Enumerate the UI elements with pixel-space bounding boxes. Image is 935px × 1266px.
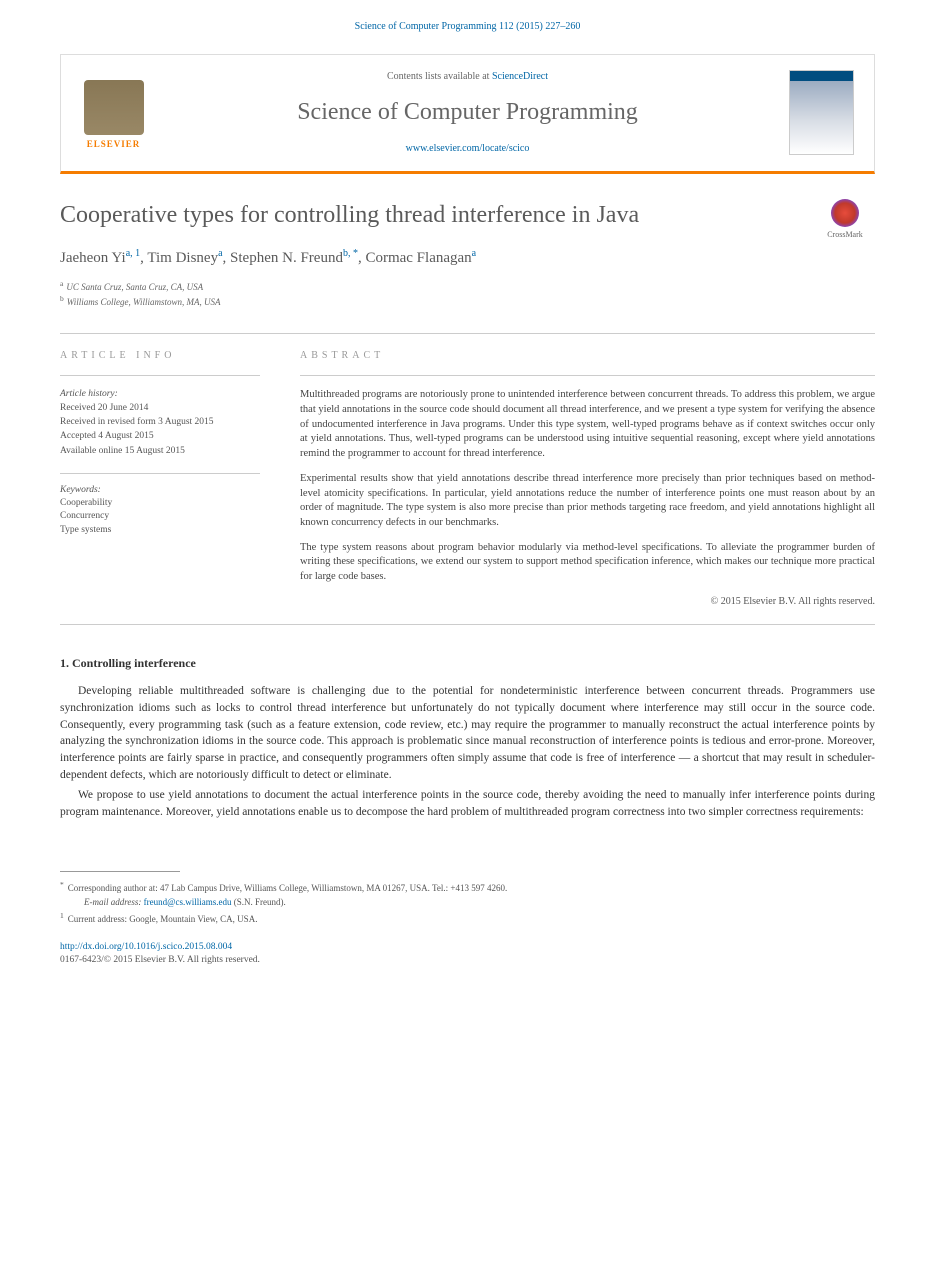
email-footnote: E-mail address: freund@cs.williams.edu (… — [60, 896, 875, 909]
author: Stephen N. Freundb, * — [230, 250, 358, 266]
sciencedirect-link[interactable]: ScienceDirect — [492, 71, 548, 82]
footer-copyright: 0167-6423/© 2015 Elsevier B.V. All right… — [60, 954, 875, 967]
keyword: Concurrency — [60, 510, 260, 523]
publisher-logo: ELSEVIER — [81, 75, 146, 150]
author-list: Jaeheon Yia, 1, Tim Disneya, Stephen N. … — [60, 247, 875, 269]
abstract-copyright: © 2015 Elsevier B.V. All rights reserved… — [300, 595, 875, 609]
crossmark-icon — [831, 199, 859, 227]
history-item: Received in revised form 3 August 2015 — [60, 416, 260, 429]
journal-url[interactable]: www.elsevier.com/locate/scico — [166, 142, 769, 156]
abstract-paragraph: Experimental results show that yield ann… — [300, 472, 875, 531]
contents-available: Contents lists available at ScienceDirec… — [166, 70, 769, 84]
history-item: Received 20 June 2014 — [60, 402, 260, 415]
keywords-label: Keywords: — [60, 473, 260, 497]
abstract-paragraph: Multithreaded programs are notoriously p… — [300, 388, 875, 461]
publisher-name: ELSEVIER — [87, 138, 141, 151]
affiliation: aUC Santa Cruz, Santa Cruz, CA, USA — [60, 279, 875, 294]
body-paragraph: Developing reliable multithreaded softwa… — [60, 683, 875, 783]
contents-prefix: Contents lists available at — [387, 71, 492, 82]
corresponding-author-footnote: *Corresponding author at: 47 Lab Campus … — [60, 880, 875, 895]
current-address-footnote: 1Current address: Google, Mountain View,… — [60, 911, 875, 926]
footnote-divider — [60, 871, 180, 872]
history-label: Article history: — [60, 388, 260, 401]
affiliation: bWilliams College, Williamstown, MA, USA — [60, 294, 875, 309]
body-paragraph: We propose to use yield annotations to d… — [60, 787, 875, 820]
elsevier-tree-icon — [84, 80, 144, 135]
author: Jaeheon Yia, 1 — [60, 250, 140, 266]
section-title: 1. Controlling interference — [60, 655, 875, 672]
divider — [300, 375, 875, 376]
divider — [60, 375, 260, 376]
journal-cover-thumbnail — [789, 70, 854, 155]
journal-title: Science of Computer Programming — [166, 96, 769, 130]
history-item: Available online 15 August 2015 — [60, 445, 260, 458]
journal-header: ELSEVIER Contents lists available at Sci… — [60, 54, 875, 174]
keyword: Cooperability — [60, 497, 260, 510]
citation-header: Science of Computer Programming 112 (201… — [0, 0, 935, 44]
divider — [60, 624, 875, 625]
crossmark-label: CrossMark — [827, 230, 863, 239]
abstract-header: ABSTRACT — [300, 349, 875, 363]
crossmark-badge[interactable]: CrossMark — [815, 199, 875, 240]
email-link[interactable]: freund@cs.williams.edu — [144, 897, 232, 907]
article-info-header: ARTICLE INFO — [60, 349, 260, 363]
doi-link[interactable]: http://dx.doi.org/10.1016/j.scico.2015.0… — [60, 941, 875, 954]
article-title: Cooperative types for controlling thread… — [60, 199, 875, 233]
affiliations: aUC Santa Cruz, Santa Cruz, CA, USA bWil… — [60, 279, 875, 308]
author: Cormac Flanagana — [365, 250, 476, 266]
keyword: Type systems — [60, 524, 260, 537]
abstract-paragraph: The type system reasons about program be… — [300, 541, 875, 585]
history-item: Accepted 4 August 2015 — [60, 430, 260, 443]
author: Tim Disneya — [147, 250, 222, 266]
divider — [60, 333, 875, 334]
